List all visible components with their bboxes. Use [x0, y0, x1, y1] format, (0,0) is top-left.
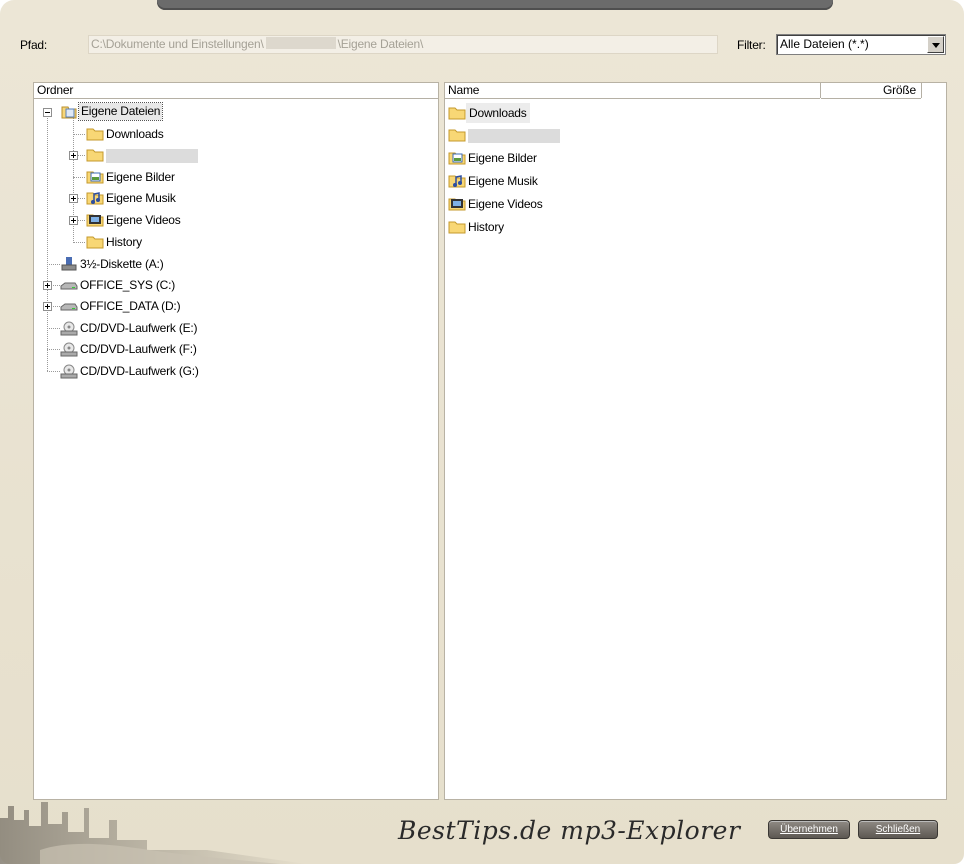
tree-line	[73, 242, 85, 243]
tree-line	[47, 371, 60, 372]
folder-icon	[448, 129, 466, 142]
expand-icon[interactable]	[69, 151, 78, 160]
my-pictures-icon	[448, 152, 466, 165]
expand-icon[interactable]	[43, 302, 52, 311]
floppy-drive-icon	[61, 257, 77, 271]
skyline-artwork	[0, 802, 307, 864]
apply-button[interactable]: Übernehmen	[768, 820, 850, 839]
footer-bar: BestTips.de mp3-Explorer Übernehmen Schl…	[0, 800, 964, 864]
folder-icon	[86, 236, 104, 249]
path-prefix: C:\Dokumente und Einstellungen\	[91, 37, 264, 51]
my-music-icon	[86, 192, 104, 205]
folder-icon	[448, 107, 466, 120]
folder-icon	[86, 128, 104, 141]
tree-line	[47, 264, 60, 265]
cd-drive-icon	[60, 321, 78, 336]
my-music-icon	[448, 175, 466, 188]
tree-line	[77, 198, 85, 199]
tree-line	[73, 134, 85, 135]
chevron-down-icon[interactable]	[927, 36, 944, 53]
filter-value: Alle Dateien (*.*)	[780, 37, 869, 51]
path-label: Pfad:	[20, 38, 48, 52]
expand-icon[interactable]	[69, 216, 78, 225]
expand-icon[interactable]	[43, 281, 52, 290]
brand-logo-text: BestTips.de mp3-Explorer	[398, 816, 741, 845]
path-filter-bar: Pfad: C:\Dokumente und Einstellungen\ \Ei…	[20, 34, 950, 56]
title-bar-handle[interactable]	[157, 0, 833, 10]
my-videos-icon	[86, 214, 104, 227]
dialog-window: Pfad: C:\Dokumente und Einstellungen\ \Ei…	[0, 0, 964, 864]
hard-drive-icon	[60, 303, 78, 311]
tree-line	[51, 285, 60, 286]
tree-line	[77, 155, 85, 156]
folder-icon	[448, 221, 466, 234]
folder-icon	[86, 149, 104, 162]
file-list-pane[interactable]: Name Größe Downloads Eigene Bilder Eigen…	[444, 82, 947, 800]
filter-select[interactable]: Alle Dateien (*.*)	[776, 34, 946, 55]
redacted-folder-name	[468, 128, 560, 143]
tree-line	[47, 328, 60, 329]
tree-line	[73, 177, 85, 178]
filter-label: Filter:	[737, 38, 766, 52]
my-videos-icon	[448, 198, 466, 211]
column-header-size[interactable]: Größe	[821, 83, 921, 99]
tree-line	[51, 306, 60, 307]
close-button[interactable]: Schließen	[858, 820, 938, 839]
my-documents-icon	[61, 106, 77, 119]
tree-line	[77, 220, 85, 221]
folder-tree-pane[interactable]: Ordner Eigene Dateien Downloads Eigene B…	[33, 82, 439, 800]
cd-drive-icon	[60, 364, 78, 379]
my-pictures-icon	[86, 171, 104, 184]
column-header-folders[interactable]: Ordner	[34, 83, 438, 99]
redacted-folder-name	[106, 148, 198, 163]
column-header-name[interactable]: Name	[445, 83, 820, 99]
collapse-icon[interactable]	[43, 108, 52, 117]
cd-drive-icon	[60, 342, 78, 357]
path-suffix: \Eigene Dateien\	[337, 37, 424, 51]
path-field[interactable]: C:\Dokumente und Einstellungen\ \Eigene D…	[88, 35, 718, 54]
redacted-username	[265, 37, 336, 49]
tree-line	[47, 349, 60, 350]
tree-line	[47, 118, 48, 371]
expand-icon[interactable]	[69, 194, 78, 203]
hard-drive-icon	[60, 282, 78, 290]
column-divider[interactable]	[921, 83, 922, 98]
